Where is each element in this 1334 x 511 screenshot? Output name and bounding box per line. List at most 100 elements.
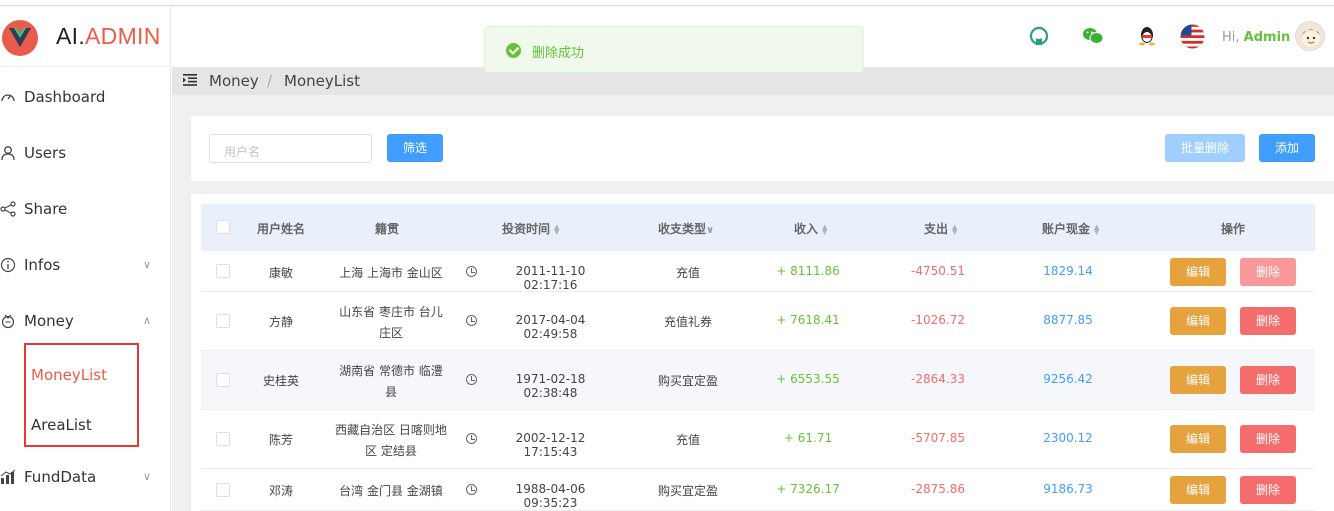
breadcrumb-separator: / <box>267 72 273 90</box>
edit-button[interactable]: 编辑 <box>1170 258 1226 286</box>
filter-button[interactable]: 筛选 <box>387 134 443 162</box>
toast-message: 删除成功 <box>532 46 585 61</box>
cell-expense: -2864.33 <box>911 372 965 386</box>
avatar[interactable] <box>1295 21 1325 51</box>
delete-button[interactable]: 删除 <box>1240 366 1296 394</box>
cell-income: + 61.71 <box>783 431 833 445</box>
cell-cash: 9186.73 <box>1043 482 1093 496</box>
cell-time: 1988-04-06 09:35:23 <box>515 482 586 510</box>
cell-cash: 8877.85 <box>1043 313 1093 327</box>
col-origin: 籍贯 <box>375 222 400 236</box>
delete-button[interactable]: 删除 <box>1240 307 1296 335</box>
username[interactable]: Admin <box>1244 30 1291 45</box>
col-cash[interactable]: 账户现金 ▲ ▼ <box>1042 220 1102 237</box>
money-icon <box>1 314 15 329</box>
cell-cash: 2300.12 <box>1043 431 1093 445</box>
cell-cash: 9256.42 <box>1043 372 1093 386</box>
col-income[interactable]: 收入 ▲ ▼ <box>794 220 830 237</box>
breadcrumb-moneylist: MoneyList <box>284 72 360 90</box>
delete-button[interactable]: 删除 <box>1240 476 1296 504</box>
cell-name: 邓涛 <box>268 484 293 498</box>
sort-icon[interactable]: ▲ ▼ <box>554 223 562 235</box>
cell-income: + 6553.55 <box>776 372 840 386</box>
sidebar-item-label: Infos <box>24 256 61 274</box>
table-row: 方静 山东省 枣庄市 台儿 庄区 2017-04-04 02:49:58 充值礼券… <box>201 292 1315 351</box>
github-icon[interactable] <box>1029 26 1049 46</box>
sidebar-item-label: Share <box>24 200 68 218</box>
info-icon <box>0 257 16 273</box>
sidebar-item-dashboard[interactable]: Dashboard <box>0 77 171 117</box>
chevron-down-icon[interactable]: ∨ <box>706 225 714 236</box>
vue-logo-icon <box>2 20 38 56</box>
table-row: 邓涛 台湾 金门县 金湖镇 1988-04-06 09:35:23 购买宜定盈 … <box>201 469 1315 511</box>
sidebar-item-share[interactable]: Share <box>0 189 171 229</box>
cell-name: 康敏 <box>268 266 293 280</box>
cell-type: 充值 <box>675 266 700 280</box>
edit-button[interactable]: 编辑 <box>1170 476 1226 504</box>
sidebar-item-funddata[interactable]: FundData ∨ <box>0 457 171 497</box>
sort-icon[interactable]: ▲ ▼ <box>822 223 830 235</box>
row-checkbox[interactable] <box>216 483 230 497</box>
col-type[interactable]: 收支类型∨ <box>658 220 714 237</box>
dashboard-icon <box>1 94 15 102</box>
cell-type: 充值 <box>675 433 700 447</box>
clock-icon <box>466 374 477 385</box>
breadcrumb-money[interactable]: Money <box>209 72 259 90</box>
chevron-up-icon: ∧ <box>142 314 151 327</box>
chevron-down-icon: ∨ <box>142 258 151 271</box>
sidebar-subitem-moneylist[interactable]: MoneyList <box>31 366 107 384</box>
sidebar-subitem-arealist[interactable]: AreaList <box>31 416 92 434</box>
clock-icon <box>466 484 477 495</box>
cell-time: 2017-04-04 02:49:58 <box>515 313 586 341</box>
batch-delete-button[interactable]: 批量删除 <box>1165 134 1245 162</box>
delete-button[interactable]: 删除 <box>1240 258 1296 286</box>
filter-bar: 用户名 筛选 批量删除 添加 <box>191 116 1334 181</box>
col-name: 用户姓名 <box>257 222 306 236</box>
cell-time: 2011-11-10 02:17:16 <box>515 264 586 292</box>
cell-cash: 1829.14 <box>1043 264 1093 278</box>
cell-expense: -4750.51 <box>911 264 965 278</box>
cell-time: 2002-12-12 17:15:43 <box>515 431 586 459</box>
logo[interactable]: AI.ADMIN <box>0 6 171 67</box>
cell-origin: 台湾 金门县 金湖镇 <box>339 484 443 498</box>
row-checkbox[interactable] <box>216 314 230 328</box>
cell-name: 史桂英 <box>262 374 299 388</box>
edit-button[interactable]: 编辑 <box>1170 425 1226 453</box>
menu-fold-icon[interactable] <box>183 74 197 86</box>
cell-type: 购买宜定盈 <box>657 374 718 388</box>
table-row: 史桂英 湖南省 常德市 临澧县 1971-02-18 02:38:48 购买宜定… <box>201 351 1315 410</box>
sidebar-item-users[interactable]: Users <box>0 133 171 173</box>
sidebar-item-label: Money <box>24 312 74 330</box>
sidebar-item-money[interactable]: Money ∧ <box>0 301 171 341</box>
app-title: AI.ADMIN <box>56 23 161 49</box>
edit-button[interactable]: 编辑 <box>1170 307 1226 335</box>
chevron-down-icon: ∨ <box>142 470 151 483</box>
col-expense[interactable]: 支出 ▲ ▼ <box>924 220 960 237</box>
row-checkbox[interactable] <box>216 432 230 446</box>
success-toast: 删除成功 <box>484 26 864 73</box>
sidebar-item-label: Dashboard <box>24 88 106 106</box>
cell-income: + 7326.17 <box>776 482 840 496</box>
select-all-checkbox[interactable] <box>216 220 230 234</box>
table-header: 用户姓名 籍贯 投资时间 ▲ ▼ 收支类型∨ 收入 ▲ ▼ 支出 ▲ ▼ 账户现金 ▲ ▼ 操作 <box>201 204 1315 251</box>
wechat-icon[interactable] <box>1082 26 1104 46</box>
username-search-input[interactable]: 用户名 <box>209 134 372 163</box>
col-time[interactable]: 投资时间 ▲ ▼ <box>502 220 562 237</box>
clock-icon <box>466 315 477 326</box>
delete-button[interactable]: 删除 <box>1240 425 1296 453</box>
cell-origin: 西藏自治区 日喀则地区 定结县 <box>335 423 447 458</box>
row-checkbox[interactable] <box>216 264 230 278</box>
cell-type: 购买宜定盈 <box>657 484 718 498</box>
qq-icon[interactable] <box>1138 26 1156 46</box>
us-flag-icon[interactable] <box>1180 24 1205 49</box>
share-icon <box>0 201 16 217</box>
sort-icon[interactable]: ▲ ▼ <box>1094 223 1102 235</box>
sort-icon[interactable]: ▲ ▼ <box>952 223 960 235</box>
edit-button[interactable]: 编辑 <box>1170 366 1226 394</box>
cell-origin: 上海 上海市 金山区 <box>339 266 443 280</box>
row-checkbox[interactable] <box>216 373 230 387</box>
user-greeting: Hi, Admin <box>1222 30 1291 45</box>
table-row: 陈芳 西藏自治区 日喀则地区 定结县 2002-12-12 17:15:43 充… <box>201 410 1315 469</box>
sidebar-item-infos[interactable]: Infos ∨ <box>0 245 171 285</box>
add-button[interactable]: 添加 <box>1259 134 1315 162</box>
